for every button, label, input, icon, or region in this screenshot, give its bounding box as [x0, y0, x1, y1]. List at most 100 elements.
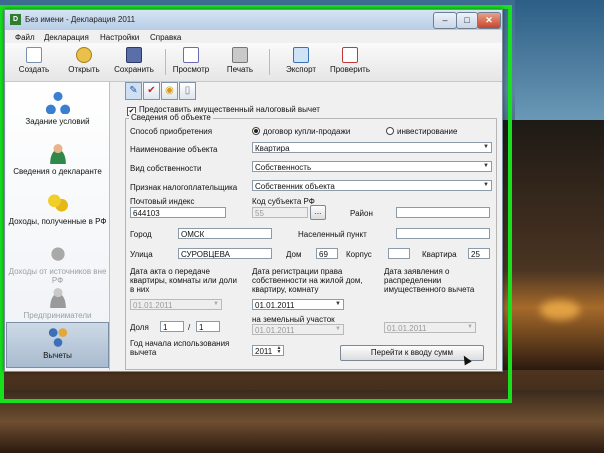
object-name-select[interactable]: Квартира ▼	[252, 142, 492, 153]
floppy-disk-icon	[126, 47, 142, 63]
preview-document-icon	[183, 47, 199, 63]
open-button[interactable]: Открыть	[61, 47, 107, 79]
chevron-down-icon[interactable]: ▼	[481, 143, 491, 152]
radio-button[interactable]	[386, 127, 394, 135]
region-picker-button[interactable]: ...	[310, 205, 326, 220]
chevron-down-icon[interactable]: ▼	[465, 323, 475, 332]
toolbar-separator	[165, 49, 166, 75]
ownership-label: Вид собственности	[130, 164, 202, 173]
menu-file[interactable]: Файл	[15, 33, 35, 42]
chevron-down-icon[interactable]: ▼	[333, 300, 343, 309]
share-numerator-input[interactable]: 1	[160, 321, 184, 332]
preview-button[interactable]: Просмотр	[168, 47, 214, 79]
region-label: Код субъекта РФ	[252, 197, 315, 206]
chevron-down-icon[interactable]: ▼	[481, 181, 491, 190]
menu-settings[interactable]: Настройки	[100, 33, 139, 42]
chevron-down-icon[interactable]: ▼	[211, 300, 221, 309]
city-label: Город	[130, 230, 152, 239]
menu-bar: Файл Декларация Настройки Справка	[5, 31, 502, 43]
sidebar-item-conditions[interactable]: Задание условий	[6, 86, 109, 142]
sidebar-item-declarant[interactable]: Сведения о декларанте	[6, 136, 109, 192]
taxpayer-value: Собственник объекта	[255, 182, 335, 191]
tab-social-deduction[interactable]: ✔	[143, 82, 160, 100]
window-title: Без имени - Декларация 2011	[25, 15, 136, 24]
maximize-button[interactable]: □	[456, 12, 478, 29]
title-bar[interactable]: D Без имени - Декларация 2011 – □ ✕	[5, 10, 502, 30]
transfer-date-label: Дата акта о передаче квартиры, комнаты и…	[130, 267, 237, 294]
distribution-date-select[interactable]: 01.01.2011 ▼	[384, 322, 476, 333]
save-button[interactable]: Сохранить	[111, 47, 157, 79]
share-denominator-input[interactable]: 1	[196, 321, 220, 332]
share-label: Доля	[130, 323, 149, 332]
year-label: Год начала использования вычета	[130, 339, 230, 357]
sidebar-item-deductions[interactable]: Вычеты	[6, 322, 109, 368]
deduction-panel: ✎ ✔ ◉ ▯ ✔ Предоставить имущественный нало…	[113, 82, 499, 370]
settlement-input[interactable]	[396, 228, 490, 239]
spin-down-icon[interactable]: ▼	[275, 350, 283, 355]
red-check-icon: ✔	[147, 85, 156, 96]
land-date-select[interactable]: 01.01.2011 ▼	[252, 324, 344, 335]
money-bag-icon	[45, 242, 70, 264]
close-button[interactable]: ✕	[477, 12, 501, 29]
tab-standard-deduction[interactable]: ◉	[161, 82, 178, 100]
city-input[interactable]: ОМСК	[178, 228, 272, 239]
taxpayer-select[interactable]: Собственник объекта ▼	[252, 180, 492, 191]
group-title: Сведения об объекте	[129, 113, 213, 122]
print-button[interactable]: Печать	[217, 47, 263, 79]
land-date-value: 01.01.2011	[255, 326, 295, 335]
taxpayer-label: Признак налогоплательщика	[130, 183, 238, 192]
radio-invest[interactable]: инвестирование	[386, 127, 457, 136]
house-label: Дом	[286, 250, 302, 259]
ownership-value: Собственность	[255, 163, 312, 172]
check-button[interactable]: Проверить	[325, 47, 375, 79]
ownership-select[interactable]: Собственность ▼	[252, 161, 492, 172]
menu-help[interactable]: Справка	[150, 33, 181, 42]
reg-date-select[interactable]: 01.01.2011 ▼	[252, 299, 344, 310]
distribution-date-label: Дата заявления о распределении имуществе…	[384, 267, 475, 294]
sidebar-item-income-rf[interactable]: Доходы, полученные в РФ	[6, 186, 109, 242]
land-label: на земельный участок	[252, 315, 335, 324]
create-button[interactable]: Создать	[11, 47, 57, 79]
minimize-button[interactable]: –	[433, 12, 457, 29]
radio-sale[interactable]: договор купли-продажи	[252, 127, 350, 136]
person-icon	[45, 142, 70, 164]
businessman-icon	[45, 286, 70, 308]
year-spinner[interactable]: 2011 ▲ ▼	[252, 345, 284, 356]
radio-button[interactable]	[252, 127, 260, 135]
region-input[interactable]: 55	[252, 207, 308, 218]
save-label: Сохранить	[114, 65, 154, 74]
check-document-icon	[342, 47, 358, 63]
postal-input[interactable]: 644103	[130, 207, 226, 218]
object-info-group: Сведения об объекте Способ приобретения …	[125, 113, 497, 370]
district-label: Район	[350, 209, 373, 218]
transfer-date-select[interactable]: 01.01.2011 ▼	[130, 299, 222, 310]
distribution-date-value: 01.01.2011	[387, 324, 427, 333]
street-input[interactable]: СУРОВЦЕВА	[178, 248, 272, 259]
street-label: Улица	[130, 250, 153, 259]
radio-sale-label: договор купли-продажи	[263, 127, 351, 136]
radio-invest-label: инвестирование	[397, 127, 458, 136]
app-window: D Без имени - Декларация 2011 – □ ✕ Файл…	[4, 9, 503, 372]
open-folder-icon	[76, 47, 92, 63]
export-button[interactable]: Экспорт	[278, 47, 324, 79]
new-document-icon	[26, 47, 42, 63]
chevron-down-icon[interactable]: ▼	[333, 325, 343, 334]
chevron-down-icon[interactable]: ▼	[481, 162, 491, 171]
settlement-label: Населенный пункт	[298, 230, 367, 239]
tab-other-deduction[interactable]: ▯	[179, 82, 196, 100]
building-input[interactable]	[388, 248, 410, 259]
toolbar-separator	[269, 49, 270, 75]
sidebar-item-label: Сведения о декларанте	[13, 167, 102, 176]
app-icon: D	[10, 14, 21, 25]
apartment-input[interactable]: 25	[468, 248, 490, 259]
method-label: Способ приобретения	[130, 127, 213, 136]
reg-date-value: 01.01.2011	[255, 301, 295, 310]
people-group-icon	[45, 326, 70, 348]
coins-icon	[45, 192, 70, 214]
district-input[interactable]	[396, 207, 490, 218]
tab-property-deduction[interactable]: ✎	[125, 82, 142, 100]
building-label: Корпус	[346, 250, 372, 259]
spinner-arrows-icon[interactable]: ▲ ▼	[275, 346, 283, 355]
house-input[interactable]: 69	[316, 248, 338, 259]
menu-declaration[interactable]: Декларация	[44, 33, 89, 42]
